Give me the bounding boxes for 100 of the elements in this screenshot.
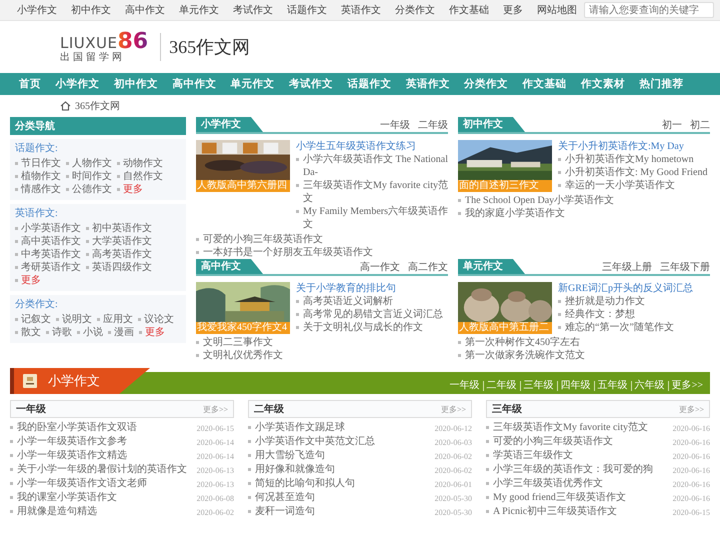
grade-link[interactable]: 三年级 [520, 381, 557, 391]
category-link[interactable]: 英语四级作文 [86, 261, 152, 274]
grade-link[interactable]: 六年级 [630, 381, 668, 391]
more-link[interactable]: 更多 [15, 274, 41, 287]
article-link[interactable]: 用好像和就像造句 [248, 463, 335, 477]
article-link[interactable]: My Family Members六年级英语作文 [296, 205, 448, 231]
article-link[interactable]: 难忘的“第一次”随笔作文 [558, 321, 693, 334]
top-link[interactable]: 考试作文 [226, 3, 280, 17]
panel-title[interactable]: 初中作文 [458, 117, 525, 132]
logo[interactable]: LIUXUE86 出国留学网 [60, 31, 148, 63]
top-link[interactable]: 初中作文 [64, 3, 118, 17]
panel-link[interactable]: 三年级下册 [660, 260, 710, 274]
article-link[interactable]: 用大雪纷飞造句 [248, 449, 325, 463]
nav-link[interactable]: 话题作文 [340, 77, 399, 91]
grade-link[interactable]: 二年级 [482, 381, 520, 391]
grade-link[interactable]: 更多>> [668, 381, 706, 391]
nav-link[interactable]: 初中作文 [106, 77, 166, 91]
category-link[interactable]: 小说 [77, 326, 103, 339]
top-link[interactable]: 分类作文 [388, 3, 442, 17]
article-link[interactable]: 小升初英语作文My hometown [558, 153, 708, 166]
article-link[interactable]: 小升初英语作文: My Good Friend [558, 166, 708, 179]
category-link[interactable]: 情感作文 [15, 183, 61, 196]
panel-title[interactable]: 单元作文 [458, 259, 525, 274]
panel-link[interactable]: 初一 [662, 118, 682, 132]
panel-link[interactable]: 二年级 [418, 118, 448, 132]
panel-link[interactable]: 初二 [690, 118, 710, 132]
top-link[interactable]: 作文基础 [442, 3, 496, 17]
category-link[interactable]: 记叙文 [15, 313, 51, 326]
category-link[interactable]: 时间作文 [66, 170, 112, 183]
grade-link[interactable]: 四年级 [556, 381, 594, 391]
category-link[interactable]: 漫画 [108, 326, 134, 339]
more-link[interactable]: 更多 [139, 326, 165, 339]
category-link[interactable]: 初中英语作文 [86, 222, 152, 235]
category-link[interactable]: 动物作文 [117, 157, 163, 170]
panel-title[interactable]: 高中作文 [196, 259, 263, 274]
nav-link[interactable]: 首页 [12, 77, 48, 91]
category-link[interactable]: 高中英语作文 [15, 235, 81, 248]
more-link[interactable]: 更多 [117, 183, 143, 196]
top-link[interactable]: 更多 [496, 3, 530, 17]
panel-link[interactable]: 一年级 [380, 118, 410, 132]
article-link[interactable]: 小学一年级英语作文参考 [10, 435, 127, 449]
article-link[interactable]: 我的家庭小学英语作文 [458, 207, 710, 220]
top-link[interactable]: 单元作文 [172, 3, 226, 17]
article-link[interactable]: 小学一年级英语作文精选 [10, 449, 127, 463]
article-link[interactable]: 小学三年级英语优秀作文 [486, 477, 603, 491]
category-link[interactable]: 小学英语作文 [15, 222, 81, 235]
article-link[interactable]: 三年级英语作文My favorite city范文 [296, 179, 448, 205]
nav-link[interactable]: 热门推荐 [632, 77, 690, 91]
article-link[interactable]: 麦秆一词造句 [248, 505, 315, 519]
article-link[interactable]: 关于文明礼仪与成长的作文 [296, 321, 443, 334]
home-icon[interactable] [60, 101, 71, 111]
headline-link[interactable]: 关于小升初英语作文:My Day [558, 140, 708, 153]
category-link[interactable]: 公德作文 [66, 183, 112, 196]
category-link[interactable]: 高考英语作文 [86, 248, 152, 261]
nav-link[interactable]: 作文素材 [574, 77, 632, 91]
article-link[interactable]: 小学一年级英语作文语文老师 [10, 477, 147, 491]
category-link[interactable]: 说明文 [56, 313, 92, 326]
category-link[interactable]: 散文 [15, 326, 41, 339]
top-link[interactable]: 网站地图 [530, 3, 584, 17]
category-link[interactable]: 节日作文 [15, 157, 61, 170]
category-link[interactable]: 应用文 [97, 313, 133, 326]
article-link[interactable]: 小学英语作文中英范文汇总 [248, 435, 375, 449]
article-link[interactable]: 用就像是造句精选 [10, 505, 97, 519]
article-link[interactable]: 我的课室小学英语作文 [10, 491, 117, 505]
article-link[interactable]: 何况甚至造句 [248, 491, 315, 505]
article-link[interactable]: 学英语三年级作文 [486, 449, 573, 463]
article-link[interactable]: 关于小学一年级的暑假计划的英语作文 [10, 463, 187, 477]
nav-link[interactable]: 单元作文 [224, 77, 282, 91]
panel-link[interactable]: 高一作文 [360, 260, 400, 274]
article-link[interactable]: 高考常见的易错文言近义词汇总 [296, 308, 443, 321]
category-link[interactable]: 中考英语作文 [15, 248, 81, 261]
category-link[interactable]: 自然作文 [117, 170, 163, 183]
grade-link[interactable]: 五年级 [594, 381, 631, 391]
category-link[interactable]: 人物作文 [66, 157, 112, 170]
category-link[interactable]: 植物作文 [15, 170, 61, 183]
nav-link[interactable]: 考试作文 [282, 77, 340, 91]
category-link[interactable]: 考研英语作文 [15, 261, 81, 274]
nav-link[interactable]: 小学作文 [48, 77, 107, 91]
article-link[interactable]: 第一次种树作文450字左右 [458, 336, 710, 349]
panel-title[interactable]: 小学作文 [196, 117, 263, 132]
article-link[interactable]: 第一次做家务洗碗作文范文 [458, 349, 710, 362]
article-link[interactable]: 文明二三事作文 [196, 336, 448, 349]
article-link[interactable]: 简短的比喻句和拟人句 [248, 477, 355, 491]
article-link[interactable]: A Picnic初中三年级英语作文 [486, 505, 618, 519]
article-link[interactable]: 幸运的一天小学英语作文 [558, 179, 708, 192]
article-link[interactable]: 文明礼仪优秀作文 [196, 349, 448, 362]
article-link[interactable]: 经典作文：梦想 [558, 308, 693, 321]
article-link[interactable]: My good friend三年级英语作文 [486, 491, 626, 505]
article-link[interactable]: 可爱的小狗三年级英语作文 [196, 233, 448, 246]
top-link[interactable]: 小学作文 [10, 3, 64, 17]
article-link[interactable]: 小学三年级的英语作文：我可爱的狗 [486, 463, 653, 477]
headline-link[interactable]: 新GRE词汇p开头的反义词汇总 [558, 282, 693, 295]
article-link[interactable]: 挫折就是动力作文 [558, 295, 693, 308]
article-link[interactable]: 可爱的小狗三年级英语作文 [486, 435, 613, 449]
headline-link[interactable]: 小学生五年级英语作文练习 [296, 140, 448, 153]
category-link[interactable]: 大学英语作文 [86, 235, 152, 248]
grade-link[interactable]: 一年级 [446, 381, 483, 391]
panel-link[interactable]: 高二作文 [408, 260, 448, 274]
category-link[interactable]: 议论文 [138, 313, 174, 326]
headline-link[interactable]: 关于小学教育的排比句 [296, 282, 443, 295]
